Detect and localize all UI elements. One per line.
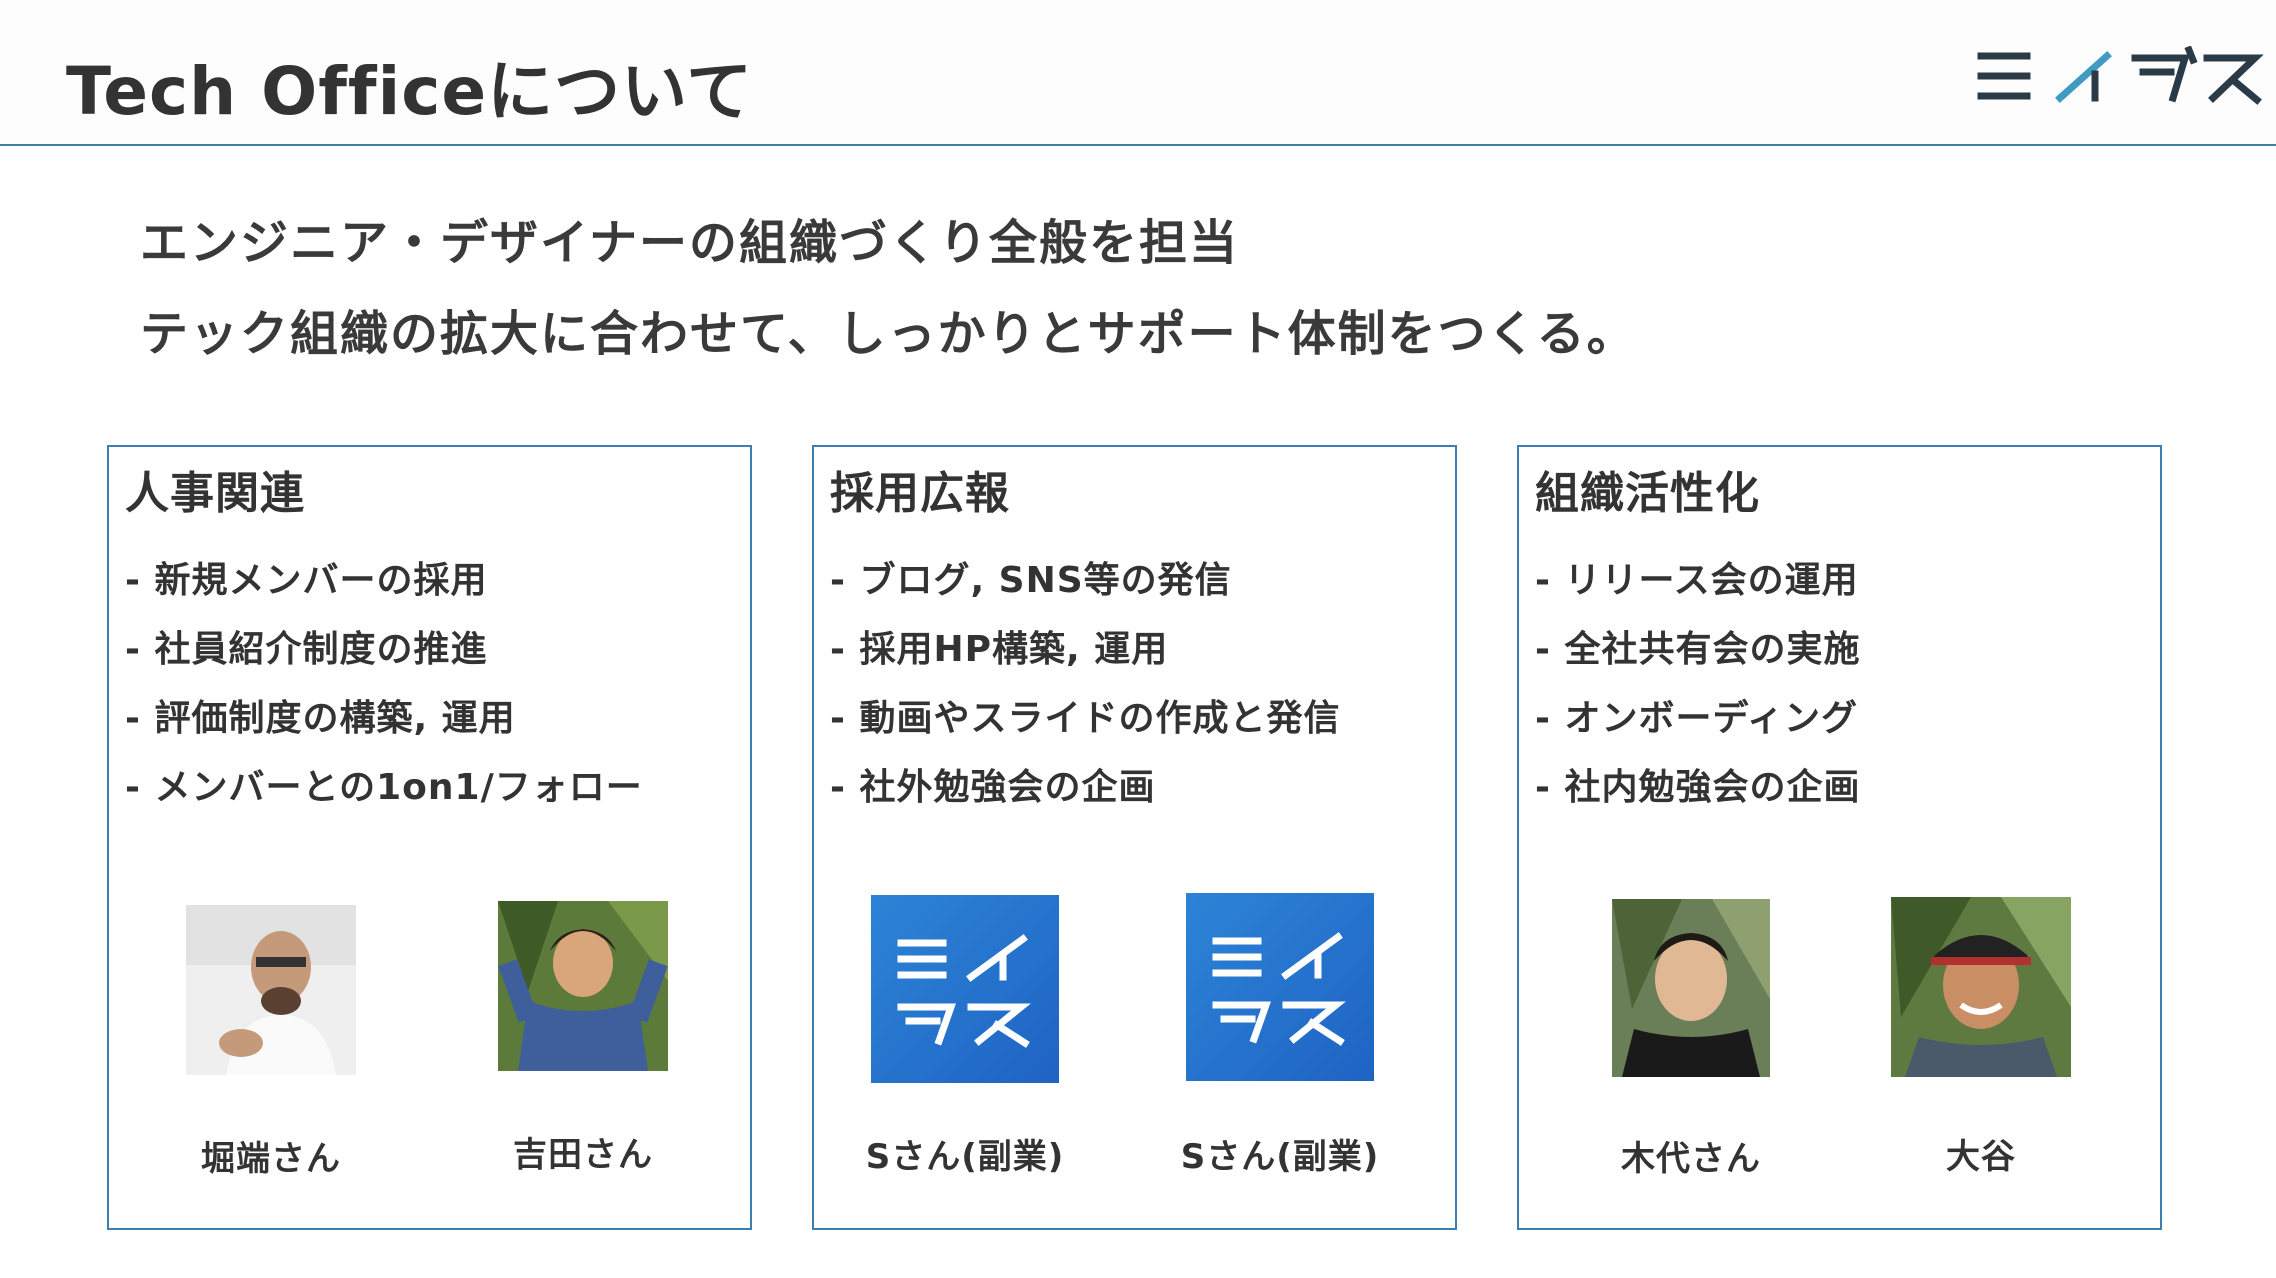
list-item: - 新規メンバーの採用 xyxy=(125,560,488,601)
list-item: - メンバーとの1on1/フォロー xyxy=(125,767,643,808)
person-name: 堀端さん xyxy=(201,1139,341,1179)
mitas-logo-tile xyxy=(1186,893,1374,1081)
person-name: Sさん(副業) xyxy=(865,1137,1065,1177)
header-bar: Tech Officeについて xyxy=(0,0,2276,146)
person-name: 吉田さん xyxy=(513,1135,653,1175)
card-title: 採用広報 xyxy=(830,468,1010,519)
list-item: - オンボーディング xyxy=(1535,698,1858,739)
list-item: - 評価制度の構築, 運用 xyxy=(125,698,516,739)
person-photo xyxy=(1612,899,1770,1077)
list-item: - ブログ, SNS等の発信 xyxy=(830,560,1232,601)
lead-line-2: テック組織の拡大に合わせて、しっかりとサポート体制をつくる。 xyxy=(140,306,1637,362)
card-title: 組織活性化 xyxy=(1535,468,1760,519)
task-list: - 新規メンバーの採用 - 社員紹介制度の推進 - 評価制度の構築, 運用 - … xyxy=(125,559,643,835)
list-item: - 社内勉強会の企画 xyxy=(1535,767,1861,808)
card-hr: 人事関連 - 新規メンバーの採用 - 社員紹介制度の推進 - 評価制度の構築, … xyxy=(107,445,752,1230)
mitas-logo-icon xyxy=(1977,46,2264,105)
mitas-logo-icon xyxy=(1212,932,1346,1046)
lead-line-1: エンジニア・デザイナーの組織づくり全般を担当 xyxy=(140,215,1240,271)
list-item: - 動画やスライドの作成と発信 xyxy=(830,698,1341,739)
list-item: - 採用HP構築, 運用 xyxy=(830,629,1169,670)
card-recruiting-pr: 採用広報 - ブログ, SNS等の発信 - 採用HP構築, 運用 - 動画やスラ… xyxy=(812,445,1457,1230)
list-item: - 社員紹介制度の推進 xyxy=(125,629,488,670)
task-list: - ブログ, SNS等の発信 - 採用HP構築, 運用 - 動画やスライドの作成… xyxy=(830,559,1340,835)
mitas-logo-tile xyxy=(871,895,1059,1083)
person-name: 木代さん xyxy=(1621,1139,1761,1179)
task-list: - リリース会の運用 - 全社共有会の実施 - オンボーディング - 社内勉強会… xyxy=(1535,559,1860,835)
person-name: Sさん(副業) xyxy=(1180,1137,1380,1177)
list-item: - リリース会の運用 xyxy=(1535,560,1859,601)
list-item: - 社外勉強会の企画 xyxy=(830,767,1156,808)
mitas-logo-icon xyxy=(897,934,1031,1048)
card-org-activation: 組織活性化 - リリース会の運用 - 全社共有会の実施 - オンボーディング -… xyxy=(1517,445,2162,1230)
person-photo xyxy=(186,905,356,1075)
list-item: - 全社共有会の実施 xyxy=(1535,629,1861,670)
person-photo xyxy=(498,901,668,1071)
person-name: 大谷 xyxy=(1946,1137,2016,1177)
card-title: 人事関連 xyxy=(125,468,305,519)
page-title: Tech Officeについて xyxy=(66,53,754,130)
person-photo xyxy=(1891,897,2071,1077)
